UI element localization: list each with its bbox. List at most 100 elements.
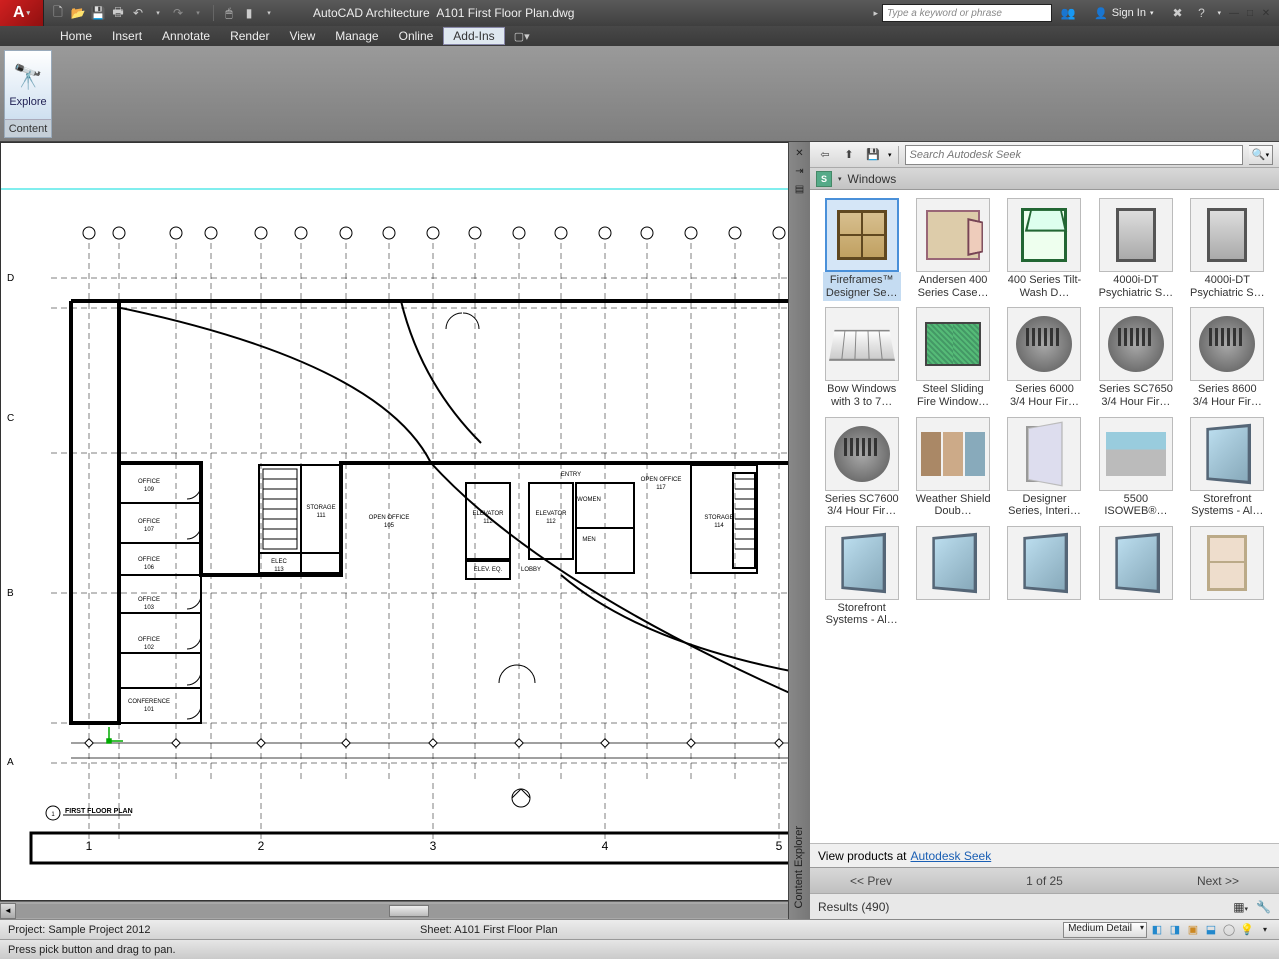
tab-addins[interactable]: Add-Ins [443, 27, 504, 45]
seek-search-input[interactable]: Search Autodesk Seek [905, 145, 1243, 165]
project-status-bar: Project: Sample Project 2012 Sheet: A101… [0, 919, 1279, 939]
tab-annotate[interactable]: Annotate [152, 27, 220, 45]
breadcrumb-text[interactable]: Windows [848, 172, 897, 186]
print-icon[interactable]: 🖶 [110, 5, 126, 21]
product-thumb [1099, 417, 1173, 491]
ribbon-panel-title: Content [5, 119, 51, 137]
explore-button[interactable]: 🔭 Explore [5, 51, 51, 119]
search-button[interactable]: 🔍▾ [1249, 145, 1273, 165]
undo-icon[interactable]: ↶ [130, 5, 146, 21]
sb-icon-3[interactable]: ▣ [1185, 922, 1201, 938]
product-label [1188, 600, 1266, 604]
open-icon[interactable]: 📂 [70, 5, 86, 21]
panel-menu-icon[interactable]: ▤ [793, 182, 807, 196]
sb-icon-2[interactable]: ◨ [1167, 922, 1183, 938]
product-label: Storefront Systems - Al… [823, 600, 901, 629]
product-item[interactable]: Series 6000 3/4 Hour Fir… [1001, 307, 1088, 410]
product-item[interactable]: Storefront Systems - Al… [1184, 417, 1271, 520]
product-item[interactable]: Series 8600 3/4 Hour Fir… [1184, 307, 1271, 410]
new-icon[interactable]: 🗋 [50, 5, 66, 21]
tab-insert[interactable]: Insert [102, 27, 152, 45]
quick-access-toolbar: 🗋 📂 💾 🖶 ↶ ▾ ↷ ▾ 🖱 ▮ ▾ [44, 5, 283, 21]
next-page-button[interactable]: Next >> [1197, 874, 1239, 888]
up-icon[interactable]: ⬆ [840, 146, 858, 164]
sb-icon-7[interactable]: ▾ [1257, 922, 1273, 938]
command-prompt: Press pick button and drag to pan. [8, 944, 176, 956]
tab-manage[interactable]: Manage [325, 27, 388, 45]
panel-pin-icon[interactable]: ⇥ [793, 164, 807, 178]
save-icon[interactable]: 💾 [90, 5, 106, 21]
tab-render[interactable]: Render [220, 27, 279, 45]
horizontal-scrollbar[interactable]: ◄ ► 6 [0, 901, 809, 919]
product-item[interactable]: Steel Sliding Fire Window… [909, 307, 996, 410]
svg-text:STORAGE: STORAGE [306, 505, 335, 511]
redo-dropdown-icon[interactable]: ▾ [190, 5, 206, 21]
product-item[interactable]: Fireframes™ Designer Se… [818, 198, 905, 301]
product-item[interactable] [1092, 526, 1179, 629]
product-item[interactable]: Andersen 400 Series Case… [909, 198, 996, 301]
product-grid: Fireframes™ Designer Se…Andersen 400 Ser… [810, 190, 1279, 843]
app-menu-button[interactable]: A [0, 0, 44, 26]
svg-text:2: 2 [258, 839, 265, 853]
global-search-input[interactable]: Type a keyword or phrase [882, 4, 1052, 22]
sb-icon-4[interactable]: ⬓ [1203, 922, 1219, 938]
seek-icon[interactable]: S [816, 171, 832, 187]
svg-text:117: 117 [656, 485, 666, 491]
autodesk-seek-link[interactable]: Autodesk Seek [911, 849, 992, 863]
product-item[interactable]: 4000i-DT Psychiatric S… [1092, 198, 1179, 301]
infocenter-icon[interactable]: 👥 [1060, 5, 1076, 21]
drawing-viewport[interactable]: A B C D [0, 142, 809, 919]
sb-icon-5[interactable]: ◯ [1221, 922, 1237, 938]
sb-icon-6[interactable]: 💡 [1239, 922, 1255, 938]
results-bar: Results (490) ▦▾ 🔧 [810, 893, 1279, 919]
product-label [914, 600, 992, 604]
app-title: AutoCAD Architecture A101 First Floor Pl… [313, 6, 574, 20]
product-item[interactable]: Storefront Systems - Al… [818, 526, 905, 629]
product-item[interactable] [1001, 526, 1088, 629]
product-item[interactable] [909, 526, 996, 629]
tab-view[interactable]: View [279, 27, 325, 45]
pager: << Prev 1 of 25 Next >> [810, 867, 1279, 893]
prev-page-button[interactable]: << Prev [850, 874, 892, 888]
minimize-button[interactable]: — [1227, 6, 1241, 20]
svg-text:OFFICE: OFFICE [138, 519, 160, 525]
product-item[interactable]: 4000i-DT Psychiatric S… [1184, 198, 1271, 301]
signin-button[interactable]: 👤 Sign In ▾ [1094, 7, 1153, 20]
pointer-icon[interactable]: 🖱 [221, 5, 237, 21]
tab-home[interactable]: Home [50, 27, 102, 45]
product-thumb [916, 417, 990, 491]
ribbon-panel-content: 🔭 Explore Content [4, 50, 52, 138]
panel-close-icon[interactable]: ✕ [793, 146, 807, 160]
maximize-button[interactable]: □ [1243, 6, 1257, 20]
product-item[interactable]: Designer Series, Interi… [1001, 417, 1088, 520]
svg-text:B: B [7, 588, 14, 599]
close-button[interactable]: ✕ [1259, 6, 1273, 20]
redo-icon[interactable]: ↷ [170, 5, 186, 21]
svg-text:OFFICE: OFFICE [138, 597, 160, 603]
product-thumb [1099, 198, 1173, 272]
product-item[interactable]: Weather Shield Doub… [909, 417, 996, 520]
tab-featured[interactable]: ▢▾ [511, 28, 533, 44]
product-item[interactable]: 5500 ISOWEB®… [1092, 417, 1179, 520]
settings-icon[interactable]: 🔧 [1256, 900, 1271, 914]
scroll-left-button[interactable]: ◄ [0, 903, 16, 919]
exchange-icon[interactable]: ✖ [1169, 5, 1185, 21]
undo-dropdown-icon[interactable]: ▾ [150, 5, 166, 21]
product-item[interactable]: Series SC7650 3/4 Hour Fir… [1092, 307, 1179, 410]
qat-dropdown-icon[interactable]: ▾ [261, 5, 277, 21]
save-search-icon[interactable]: 💾 [864, 146, 882, 164]
product-item[interactable]: Series SC7600 3/4 Hour Fir… [818, 417, 905, 520]
product-thumb [1007, 417, 1081, 491]
help-icon[interactable]: ? [1193, 5, 1209, 21]
view-mode-icon[interactable]: ▦▾ [1233, 900, 1248, 914]
product-item[interactable]: 400 Series Tilt-Wash D… [1001, 198, 1088, 301]
back-icon[interactable]: ⇦ [816, 146, 834, 164]
sb-icon-1[interactable]: ◧ [1149, 922, 1165, 938]
mobile-icon[interactable]: ▮ [241, 5, 257, 21]
product-thumb [825, 417, 899, 491]
detail-level-combo[interactable]: Medium Detail [1063, 922, 1147, 938]
tab-online[interactable]: Online [389, 27, 444, 45]
product-item[interactable] [1184, 526, 1271, 629]
panel-handle[interactable]: ✕ ⇥ ▤ Content Explorer [788, 142, 810, 919]
product-item[interactable]: Bow Windows with 3 to 7… [818, 307, 905, 410]
